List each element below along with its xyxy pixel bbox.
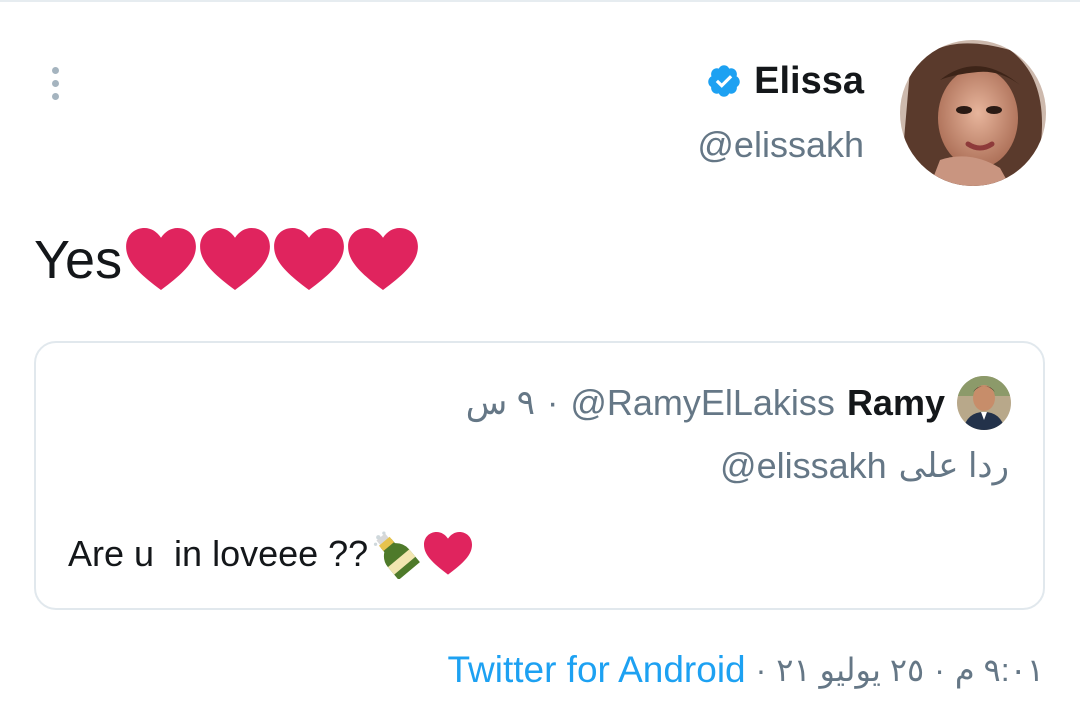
more-options-dot xyxy=(51,92,59,100)
reply-to-handle[interactable]: @elissakh xyxy=(720,445,887,487)
more-options-dot xyxy=(51,79,59,87)
quoted-tweet-handle: @RamyElLakiss xyxy=(570,382,835,423)
tweet-source-link[interactable]: Twitter for Android xyxy=(447,649,745,691)
verified-badge-icon xyxy=(708,65,740,97)
author-avatar-image xyxy=(900,40,1046,186)
quoted-tweet-separator: · xyxy=(547,383,559,422)
quoted-tweet-text: Are u in loveee ?? xyxy=(68,529,473,579)
tweet-footer: Twitter for Android · ٢٥ يوليو ٢١ · ٩:٠١… xyxy=(447,646,1044,694)
tweet-text-content: Yes xyxy=(34,230,123,290)
author-avatar[interactable] xyxy=(900,40,1046,186)
quoted-tweet-author-name: Ramy xyxy=(846,382,945,423)
red-heart-icon xyxy=(126,228,197,291)
champagne-icon xyxy=(374,531,421,579)
red-heart-icon xyxy=(274,228,345,291)
quoted-tweet-text-content: Are u in loveee ?? xyxy=(68,533,369,574)
reply-to-prefix: ردا على xyxy=(898,447,1009,485)
quoted-tweet-avatar xyxy=(957,376,1011,430)
quoted-tweet-header: ٩ س · @RamyElLakiss Ramy xyxy=(466,375,1011,431)
footer-separator: · xyxy=(934,651,945,688)
footer-separator: · xyxy=(755,651,767,688)
more-options-button[interactable] xyxy=(40,60,70,106)
author-name[interactable]: Elissa xyxy=(754,60,864,103)
tweet-date: ٢٥ يوليو ٢١ xyxy=(776,652,925,688)
author-handle[interactable]: @elissakh xyxy=(697,124,864,166)
author-block: Elissa @elissakh xyxy=(697,56,864,166)
tweet-detail: Elissa @elissakh Yes ٩ س · @RamyElLakiss… xyxy=(0,0,1080,712)
author-name-row: Elissa xyxy=(697,56,864,106)
red-heart-icon xyxy=(424,532,473,575)
quoted-tweet-reply-line: @elissakh ردا على xyxy=(720,441,1009,491)
more-options-icon xyxy=(51,66,59,74)
red-heart-icon xyxy=(200,228,271,291)
tweet-time: ٩:٠١ م xyxy=(954,652,1044,688)
quoted-tweet-time: ٩ س xyxy=(465,384,535,422)
red-heart-icon xyxy=(348,228,419,291)
tweet-text: Yes xyxy=(34,228,419,292)
quoted-tweet-card[interactable]: ٩ س · @RamyElLakiss Ramy @elissakh ردا ع… xyxy=(34,341,1045,610)
top-divider xyxy=(0,0,1080,2)
